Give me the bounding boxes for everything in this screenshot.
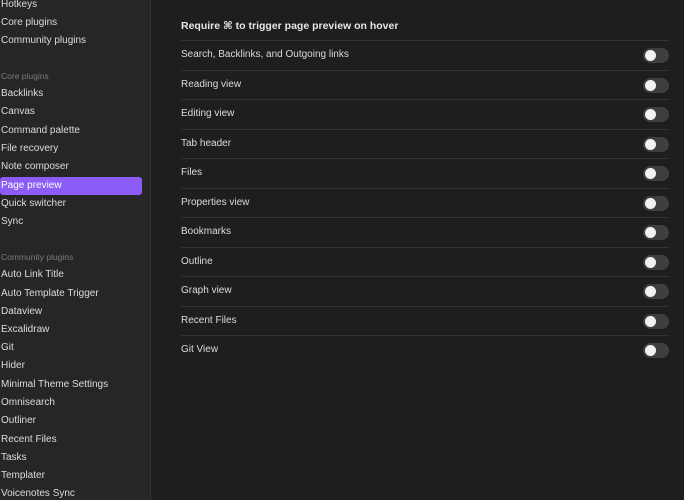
setting-row-editing-view: Editing view [181,99,669,129]
settings-content: Require ⌘ to trigger page preview on hov… [151,0,684,500]
sidebar-item-command-palette[interactable]: Command palette [0,122,142,140]
toggle-switch[interactable] [643,48,669,63]
setting-row-graph-view: Graph view [181,276,669,306]
toggle-switch[interactable] [643,254,669,270]
sidebar-item-sync[interactable]: Sync [0,213,142,231]
sidebar-item-git[interactable]: Git [0,339,142,357]
toggle-knob [645,79,656,91]
sidebar-item-omnisearch[interactable]: Omnisearch [0,394,142,412]
sidebar-item-voicenotes-sync[interactable]: Voicenotes Sync [0,485,142,500]
toggle-switch[interactable] [643,284,669,299]
toggle-knob [645,256,656,268]
toggle-switch[interactable] [643,225,669,240]
section-title: Require ⌘ to trigger page preview on hov… [181,20,399,32]
sidebar-item-quick-switcher[interactable]: Quick switcher [0,195,142,213]
sidebar-item-auto-link-title[interactable]: Auto Link Title [0,266,142,284]
setting-label: Git View [181,344,219,355]
toggle-switch[interactable] [643,195,669,211]
sidebar-item-page-preview[interactable]: Page preview [0,177,142,195]
setting-label: Reading view [181,78,242,90]
setting-label: Search, Backlinks, and Outgoing links [181,49,349,60]
sidebar-item-auto-template-trigger[interactable]: Auto Template Trigger [0,285,142,303]
sidebar-item-community-plugins[interactable]: Community plugins [0,32,142,50]
toggle-switch[interactable] [643,107,669,122]
setting-row-search-backlinks: Search, Backlinks, and Outgoing links [181,40,669,70]
setting-row-properties-view: Properties view [181,187,669,218]
toggle-knob [645,315,656,327]
setting-row-outline: Outline [181,246,669,277]
sidebar-item-file-recovery[interactable]: File recovery [0,140,142,158]
setting-label: Recent Files [181,314,237,326]
sidebar-item-backlinks[interactable]: Backlinks [0,85,142,103]
toggle-knob [645,345,656,356]
toggle-switch[interactable] [643,313,669,329]
toggle-knob [645,138,656,150]
setting-row-reading-view: Reading view [181,69,669,100]
toggle-switch[interactable] [643,166,669,181]
toggle-switch[interactable] [643,77,669,93]
sidebar-item-hider[interactable]: Hider [0,357,142,375]
sidebar-item-templater[interactable]: Templater [0,467,142,485]
toggle-knob [645,168,656,179]
setting-row-tab-header: Tab header [181,128,669,159]
community-plugins-heading: Community plugins [1,252,74,262]
setting-row-git-view: Git View [181,335,669,365]
core-plugins-heading: Core plugins [1,71,49,81]
toggle-knob [645,197,656,209]
sidebar-item-dataview[interactable]: Dataview [0,303,142,321]
sidebar-item-excalidraw[interactable]: Excalidraw [0,321,142,339]
toggle-knob [645,286,656,297]
settings-sidebar: Hotkeys Core plugins Community plugins C… [0,0,151,500]
sidebar-item-tasks[interactable]: Tasks [0,449,142,467]
setting-label: Bookmarks [181,226,232,237]
toggle-knob [645,109,656,120]
sidebar-item-recent-files[interactable]: Recent Files [0,431,142,449]
sidebar-item-hotkeys[interactable]: Hotkeys [0,0,142,14]
setting-label: Files [181,167,203,178]
toggle-knob [645,50,656,61]
settings-window: Hotkeys Core plugins Community plugins C… [0,0,684,500]
setting-row-bookmarks: Bookmarks [181,217,669,247]
setting-label: Editing view [181,108,235,119]
sidebar-item-minimal-theme-settings[interactable]: Minimal Theme Settings [0,376,142,394]
sidebar-item-core-plugins[interactable]: Core plugins [0,14,142,32]
setting-label: Outline [181,255,213,267]
setting-label: Graph view [181,285,232,296]
setting-row-files: Files [181,158,669,188]
setting-label: Properties view [181,196,250,208]
sidebar-item-note-composer[interactable]: Note composer [0,158,142,176]
sidebar-item-canvas[interactable]: Canvas [0,103,142,121]
setting-row-recent-files: Recent Files [181,305,669,336]
sidebar-item-outliner[interactable]: Outliner [0,412,142,430]
toggle-switch[interactable] [643,136,669,152]
toggle-switch[interactable] [643,343,669,358]
setting-label: Tab header [181,137,232,149]
toggle-knob [645,227,656,238]
